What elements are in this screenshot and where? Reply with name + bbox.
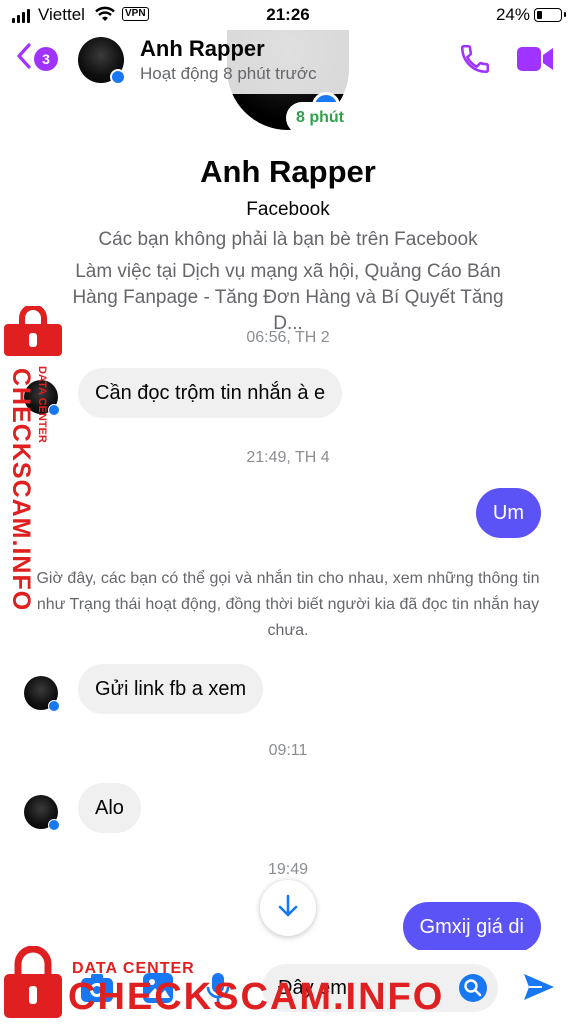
- avatar[interactable]: [24, 676, 60, 712]
- watermark-lock-icon: [2, 945, 64, 1020]
- message-bubble-outgoing[interactable]: Um: [475, 488, 541, 538]
- contact-name[interactable]: Anh Rapper: [140, 36, 265, 62]
- chevron-left-icon: [16, 42, 32, 75]
- verified-icon: [48, 404, 60, 416]
- verified-icon: [48, 819, 60, 831]
- timestamp: 06:56, TH 2: [246, 329, 330, 346]
- watermark-brand: CHECKSCAM.INFO: [7, 368, 35, 612]
- profile-work: Làm việc tại Dịch vụ mạng xã hội, Quảng …: [72, 261, 504, 334]
- battery-icon: [534, 8, 566, 22]
- scroll-to-bottom-button[interactable]: [260, 880, 316, 936]
- video-call-icon[interactable]: [516, 44, 554, 79]
- battery-percent: 24%: [495, 5, 530, 24]
- phone-icon[interactable]: [458, 42, 492, 81]
- verified-icon: [110, 69, 126, 85]
- emoji-icon[interactable]: [458, 973, 488, 1008]
- watermark-vertical: CHECKSCAM.INFO: [6, 368, 35, 611]
- chat-header: 3 Anh Rapper Hoạt động 8 phút trước: [0, 30, 576, 94]
- watermark-brand: CHECKSCAM.INFO: [68, 976, 445, 1018]
- arrow-down-icon: [276, 893, 300, 924]
- profile-subtitle: Facebook: [246, 199, 330, 220]
- watermark-tag: DATA CENTER: [36, 366, 48, 443]
- unread-count-badge: 3: [34, 46, 58, 71]
- clock: 21:26: [266, 5, 310, 24]
- back-button[interactable]: 3: [16, 42, 58, 75]
- watermark-lock-icon: [4, 304, 62, 356]
- system-note: Giờ đây, các bạn có thể gọi và nhắn tin …: [36, 570, 540, 639]
- status-bar: Viettel VPN 21:26 24%: [0, 0, 576, 30]
- timestamp: 09:11: [268, 742, 308, 759]
- profile-name: Anh Rapper: [200, 154, 376, 189]
- timestamp: 19:49: [267, 861, 309, 878]
- avatar[interactable]: [24, 795, 60, 831]
- contact-status: Hoạt động 8 phút trước: [140, 64, 317, 83]
- contact-avatar[interactable]: [78, 37, 126, 85]
- friend-status: Các bạn không phải là bạn bè trên Facebo…: [98, 229, 478, 250]
- send-icon[interactable]: [522, 972, 556, 1007]
- message-bubble-incoming[interactable]: Gửi link fb a xem: [78, 664, 264, 714]
- active-status-badge: 8 phút: [288, 104, 352, 132]
- message-bubble-incoming[interactable]: Alo: [78, 783, 141, 833]
- timestamp: 21:49, TH 4: [246, 449, 330, 466]
- message-bubble-outgoing[interactable]: Gmxij giá di: [402, 902, 541, 952]
- message-bubble-incoming[interactable]: Cần đọc trộm tin nhắn à e: [78, 368, 343, 418]
- verified-icon: [48, 700, 60, 712]
